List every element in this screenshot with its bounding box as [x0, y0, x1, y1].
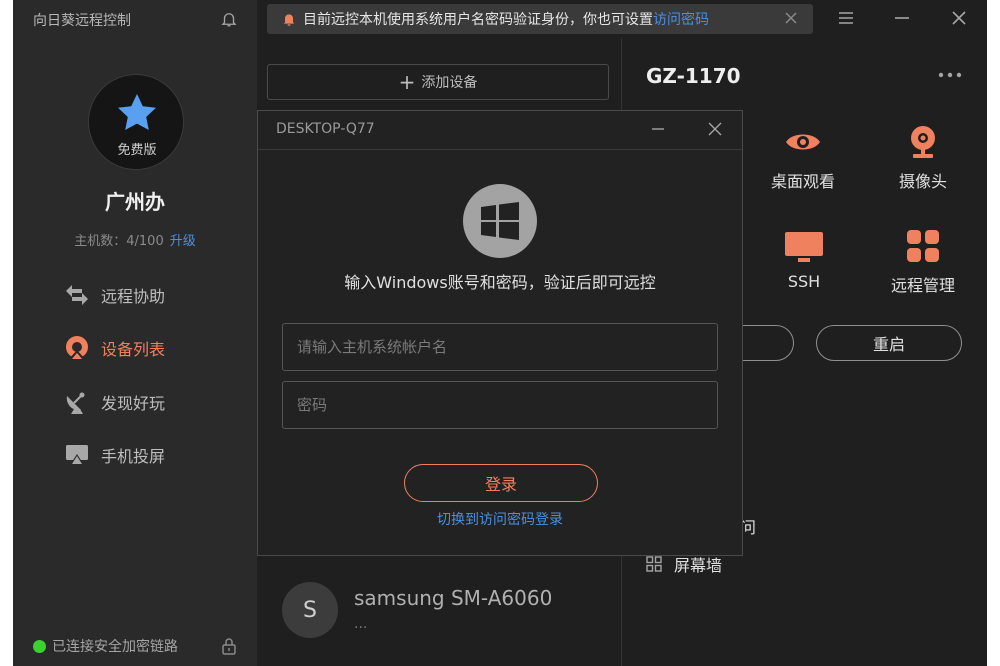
- plan-label: 免费版: [117, 143, 157, 158]
- nav-item-device-list[interactable]: 设备列表: [63, 331, 243, 365]
- eye-icon: [786, 134, 820, 150]
- restart-button[interactable]: 重启: [816, 325, 962, 361]
- connection-text: 已连接安全加密链路: [52, 639, 178, 655]
- action-label: SSH: [787, 272, 821, 291]
- nav-label: 发现好玩: [101, 394, 166, 413]
- grid-icon: [646, 556, 662, 572]
- more-icon[interactable]: [938, 68, 962, 82]
- webcam-button[interactable]: 摄像头: [878, 124, 968, 192]
- device-status: ...: [354, 616, 368, 632]
- avatar[interactable]: 免费版: [88, 74, 184, 170]
- lock-icon[interactable]: [221, 637, 237, 655]
- notice-text: 目前远控本机使用系统用户名密码验证身份，你也可设置: [303, 12, 653, 28]
- login-button[interactable]: 登录: [404, 464, 598, 502]
- connection-status: 已连接安全加密链路: [33, 636, 178, 656]
- minimize-icon[interactable]: [893, 9, 911, 27]
- sunflower-device-icon: [66, 336, 88, 359]
- group-name: 广州办: [105, 190, 165, 214]
- webcam-icon: [911, 126, 935, 158]
- plus-icon: +: [398, 70, 416, 94]
- switch-login-link[interactable]: 切换到访问密码登录: [258, 509, 742, 529]
- list-item[interactable]: S samsung SM-A6060 ...: [257, 578, 621, 648]
- password-input[interactable]: [282, 381, 718, 429]
- remote-manage-button[interactable]: 远程管理: [878, 228, 968, 296]
- close-icon[interactable]: [950, 9, 968, 27]
- action-label: 桌面观看: [770, 172, 835, 191]
- nav-item-remote-assist[interactable]: 远程协助: [63, 278, 243, 312]
- nav-label: 远程协助: [101, 287, 166, 306]
- app-title: 向日葵远程控制: [33, 13, 131, 29]
- dialog-prompt: 输入Windows账号和密码，验证后即可远控: [344, 273, 656, 292]
- action-label: 摄像头: [898, 172, 947, 191]
- ssh-button[interactable]: SSH: [772, 228, 836, 291]
- windows-logo: [463, 184, 537, 258]
- monitor-icon: [785, 232, 823, 262]
- add-device-label: 添加设备: [421, 75, 478, 91]
- nav-item-screen-cast[interactable]: 手机投屏: [63, 438, 243, 472]
- swap-arrows-icon: [66, 285, 88, 305]
- host-count-text: 主机数：4/100: [74, 234, 164, 249]
- nav-item-discover[interactable]: 发现好玩: [63, 385, 243, 419]
- minimize-icon[interactable]: [650, 121, 666, 137]
- status-dot: [33, 639, 46, 653]
- dialog-title: DESKTOP-Q77: [276, 121, 375, 137]
- app-window: 向日葵远程控制 免费版 广州办 主机数：4/100 升级 远程协助 设备列表 发…: [13, 0, 987, 666]
- divider: [258, 149, 742, 150]
- device-avatar: S: [282, 582, 338, 638]
- nav-label: 设备列表: [101, 340, 166, 359]
- windows-icon: [481, 202, 519, 240]
- bell-icon[interactable]: [220, 10, 238, 28]
- login-dialog: DESKTOP-Q77 输入Windows账号和密码，验证后即可远控 登录 切换…: [257, 110, 743, 556]
- bell-icon: [283, 14, 295, 26]
- access-password-link[interactable]: 访问密码: [653, 9, 709, 29]
- upgrade-link[interactable]: 升级: [170, 234, 196, 249]
- star-icon: [118, 94, 156, 130]
- screen-cast-icon: [66, 445, 88, 465]
- sidebar: 向日葵远程控制 免费版 广州办 主机数：4/100 升级 远程协助 设备列表 发…: [13, 0, 257, 666]
- notice-bar: 目前远控本机使用系统用户名密码验证身份，你也可设置 访问密码: [267, 4, 813, 34]
- close-icon[interactable]: [783, 10, 799, 26]
- device-name: samsung SM-A6060: [354, 586, 553, 610]
- add-device-button[interactable]: + 添加设备: [267, 64, 609, 100]
- device-title: GZ-1170: [646, 64, 741, 88]
- action-label: 远程管理: [890, 276, 955, 295]
- grid-apps-icon: [907, 230, 939, 262]
- desktop-view-button[interactable]: 桌面观看: [758, 124, 848, 192]
- username-input[interactable]: [282, 323, 718, 371]
- host-count: 主机数：4/100 升级: [13, 230, 257, 249]
- menu-icon[interactable]: [837, 9, 855, 27]
- nav-label: 手机投屏: [101, 447, 166, 466]
- satellite-dish-icon: [66, 392, 85, 414]
- close-icon[interactable]: [707, 121, 723, 137]
